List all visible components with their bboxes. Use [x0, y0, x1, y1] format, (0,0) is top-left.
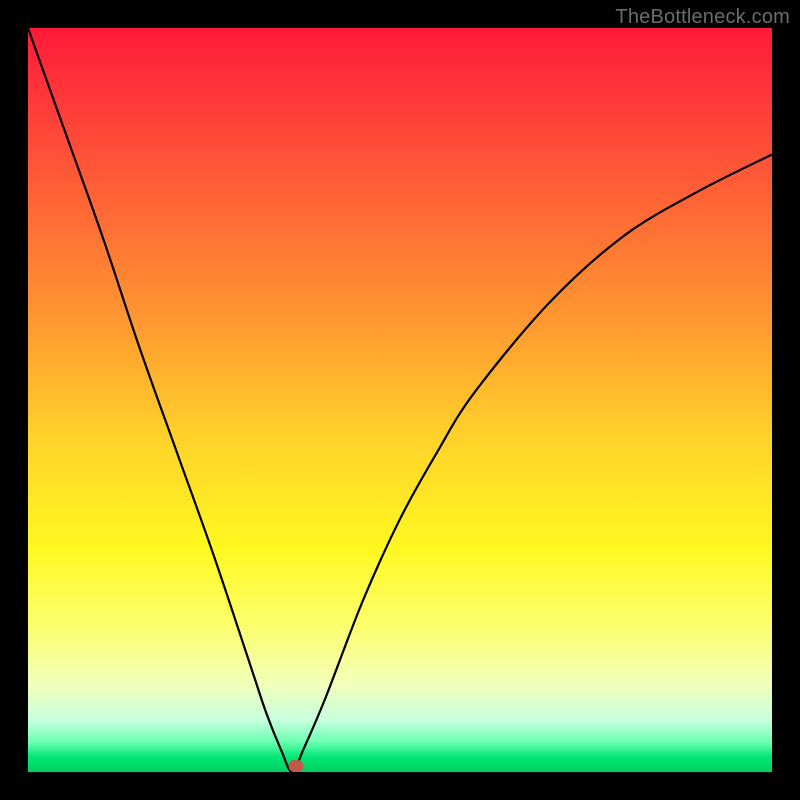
watermark-text: TheBottleneck.com	[615, 6, 790, 29]
bottleneck-curve	[28, 28, 772, 772]
optimal-point-marker	[288, 760, 303, 772]
chart-plot-area	[28, 28, 772, 772]
